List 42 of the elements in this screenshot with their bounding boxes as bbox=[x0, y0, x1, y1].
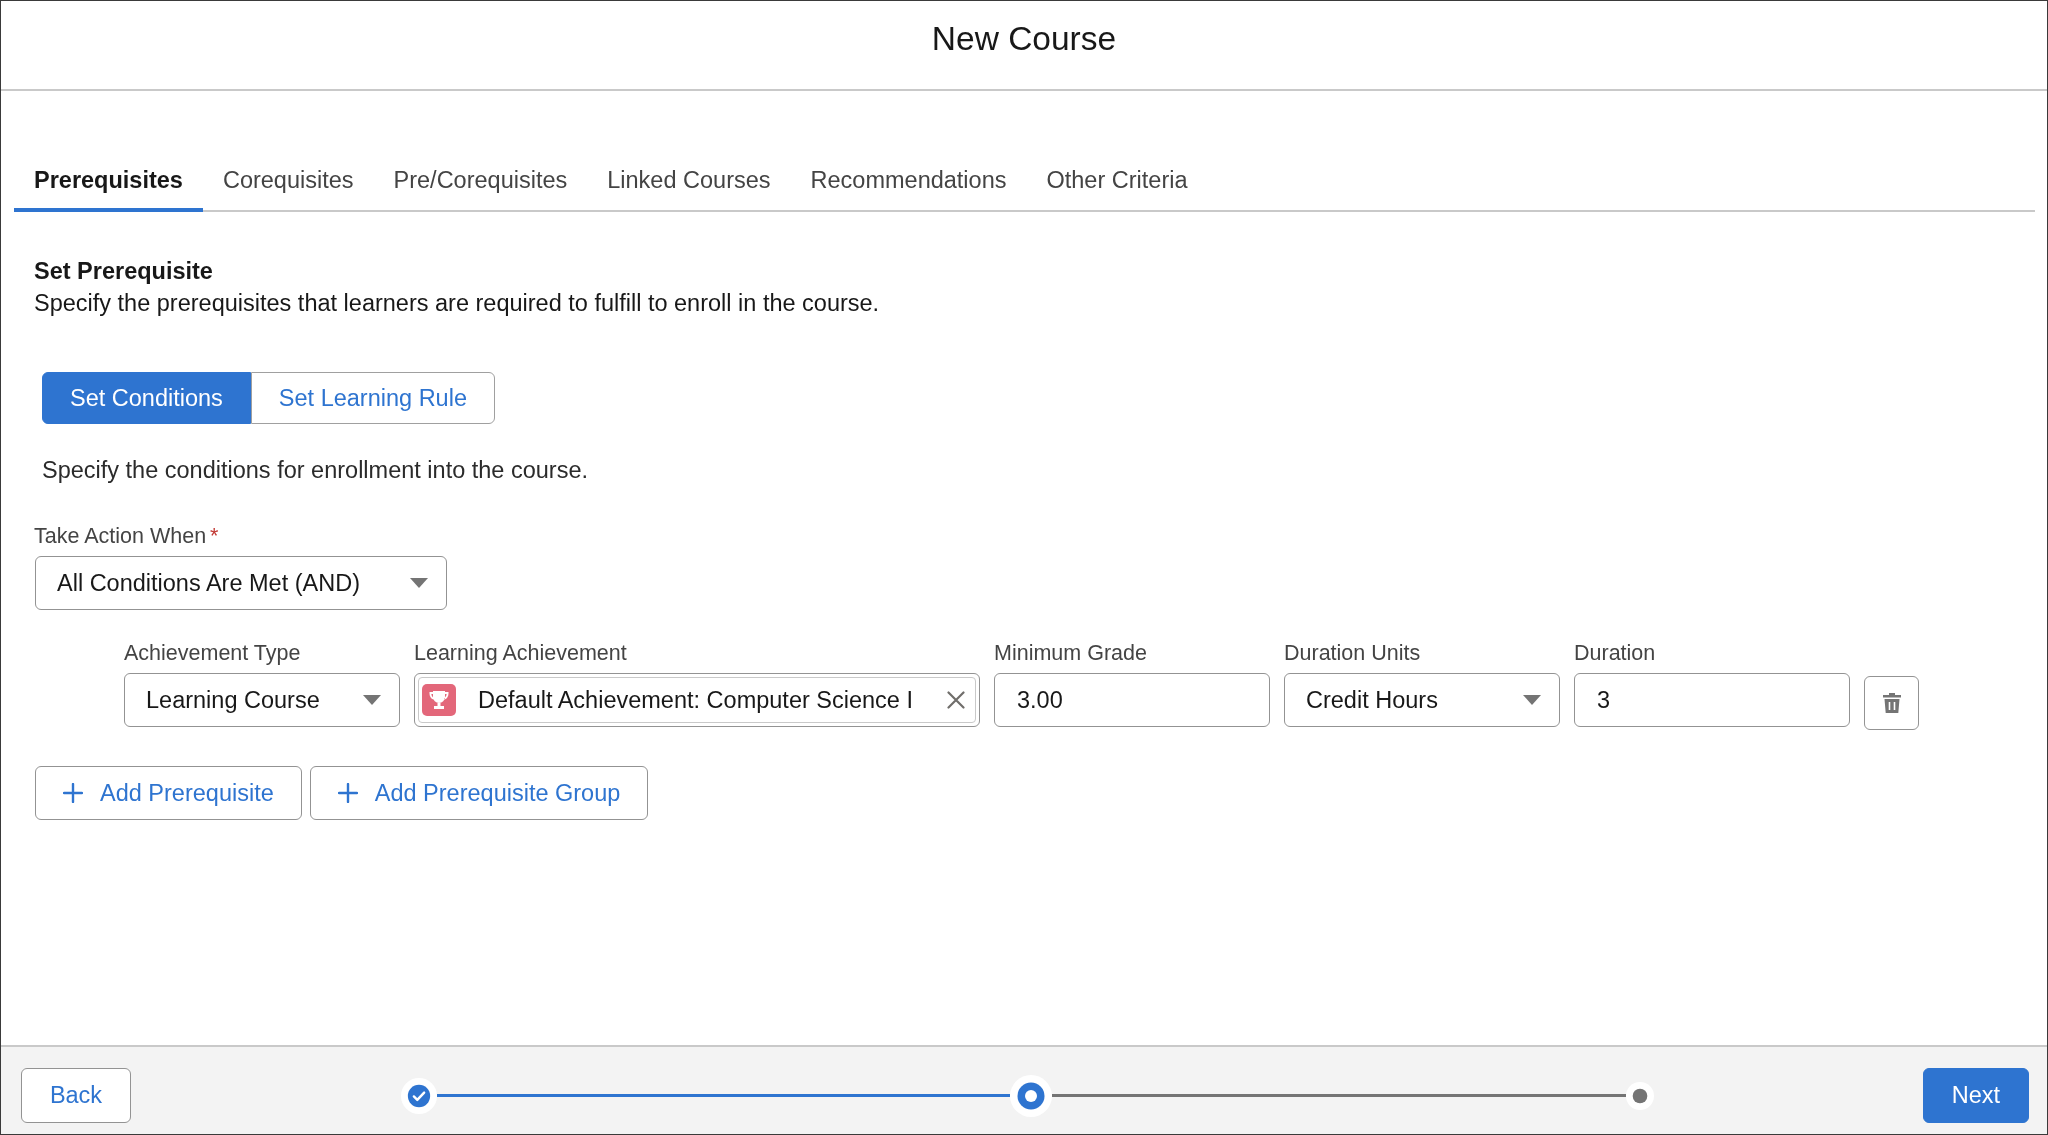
trash-icon bbox=[1882, 693, 1901, 713]
field-label: Achievement Type bbox=[124, 640, 302, 666]
plus-icon bbox=[337, 783, 358, 803]
current-step-icon[interactable] bbox=[1010, 1074, 1052, 1117]
tab[interactable]: Recommendations bbox=[790, 161, 1027, 212]
text-field[interactable]: 3.00 bbox=[994, 673, 1270, 727]
add-button[interactable]: Add Prerequisite Group bbox=[309, 766, 649, 820]
lookup-field[interactable]: Default Achievement: Computer Science I bbox=[414, 673, 980, 727]
caret-down-icon bbox=[363, 695, 381, 705]
pill-label: Default Achievement: Computer Science I bbox=[478, 686, 914, 714]
select-field[interactable]: Credit Hours bbox=[1284, 673, 1560, 727]
back-button[interactable]: Back bbox=[21, 1068, 131, 1123]
field-label: Duration bbox=[1574, 640, 1657, 666]
conditions-hint: Specify the conditions for enrollment into the course. bbox=[42, 456, 590, 485]
plus-icon bbox=[63, 783, 83, 803]
add-button[interactable]: Add Prerequisite bbox=[35, 766, 302, 820]
field-label: Duration Units bbox=[1284, 640, 1422, 666]
select-field[interactable]: Learning Course bbox=[124, 673, 400, 727]
trophy-icon bbox=[422, 684, 456, 716]
toggle-button[interactable]: Set Learning Rule bbox=[250, 372, 495, 424]
completed-step-icon[interactable] bbox=[400, 1077, 437, 1114]
caret-down-icon bbox=[1523, 695, 1541, 705]
tab[interactable]: Linked Courses bbox=[587, 161, 791, 212]
next-button[interactable]: Next bbox=[1923, 1068, 2029, 1123]
modal-title: New Course bbox=[931, 19, 1117, 59]
toggle-button[interactable]: Set Conditions bbox=[42, 372, 251, 424]
text-field[interactable]: 3 bbox=[1574, 673, 1850, 727]
close-icon bbox=[947, 691, 965, 709]
field-label: Take Action When bbox=[34, 523, 207, 549]
section-description: Specify the prerequisites that learners are required to fulfill to enroll in the course. bbox=[34, 289, 881, 318]
select-field[interactable]: All Conditions Are Met (AND) bbox=[35, 556, 447, 610]
delete-button[interactable] bbox=[1864, 676, 1919, 730]
tab[interactable]: Prerequisites bbox=[14, 161, 203, 212]
caret-down-icon bbox=[410, 578, 428, 588]
required-mark: * bbox=[210, 523, 219, 549]
field-label: Minimum Grade bbox=[994, 640, 1148, 666]
tab[interactable]: Other Criteria bbox=[1026, 161, 1208, 212]
section-title: Set Prerequisite bbox=[34, 257, 214, 286]
tab[interactable]: Pre/Corequisites bbox=[373, 161, 588, 212]
tab[interactable]: Corequisites bbox=[202, 161, 374, 212]
field-label: Learning Achievement bbox=[414, 640, 628, 666]
step-dot-icon[interactable] bbox=[1625, 1081, 1654, 1110]
